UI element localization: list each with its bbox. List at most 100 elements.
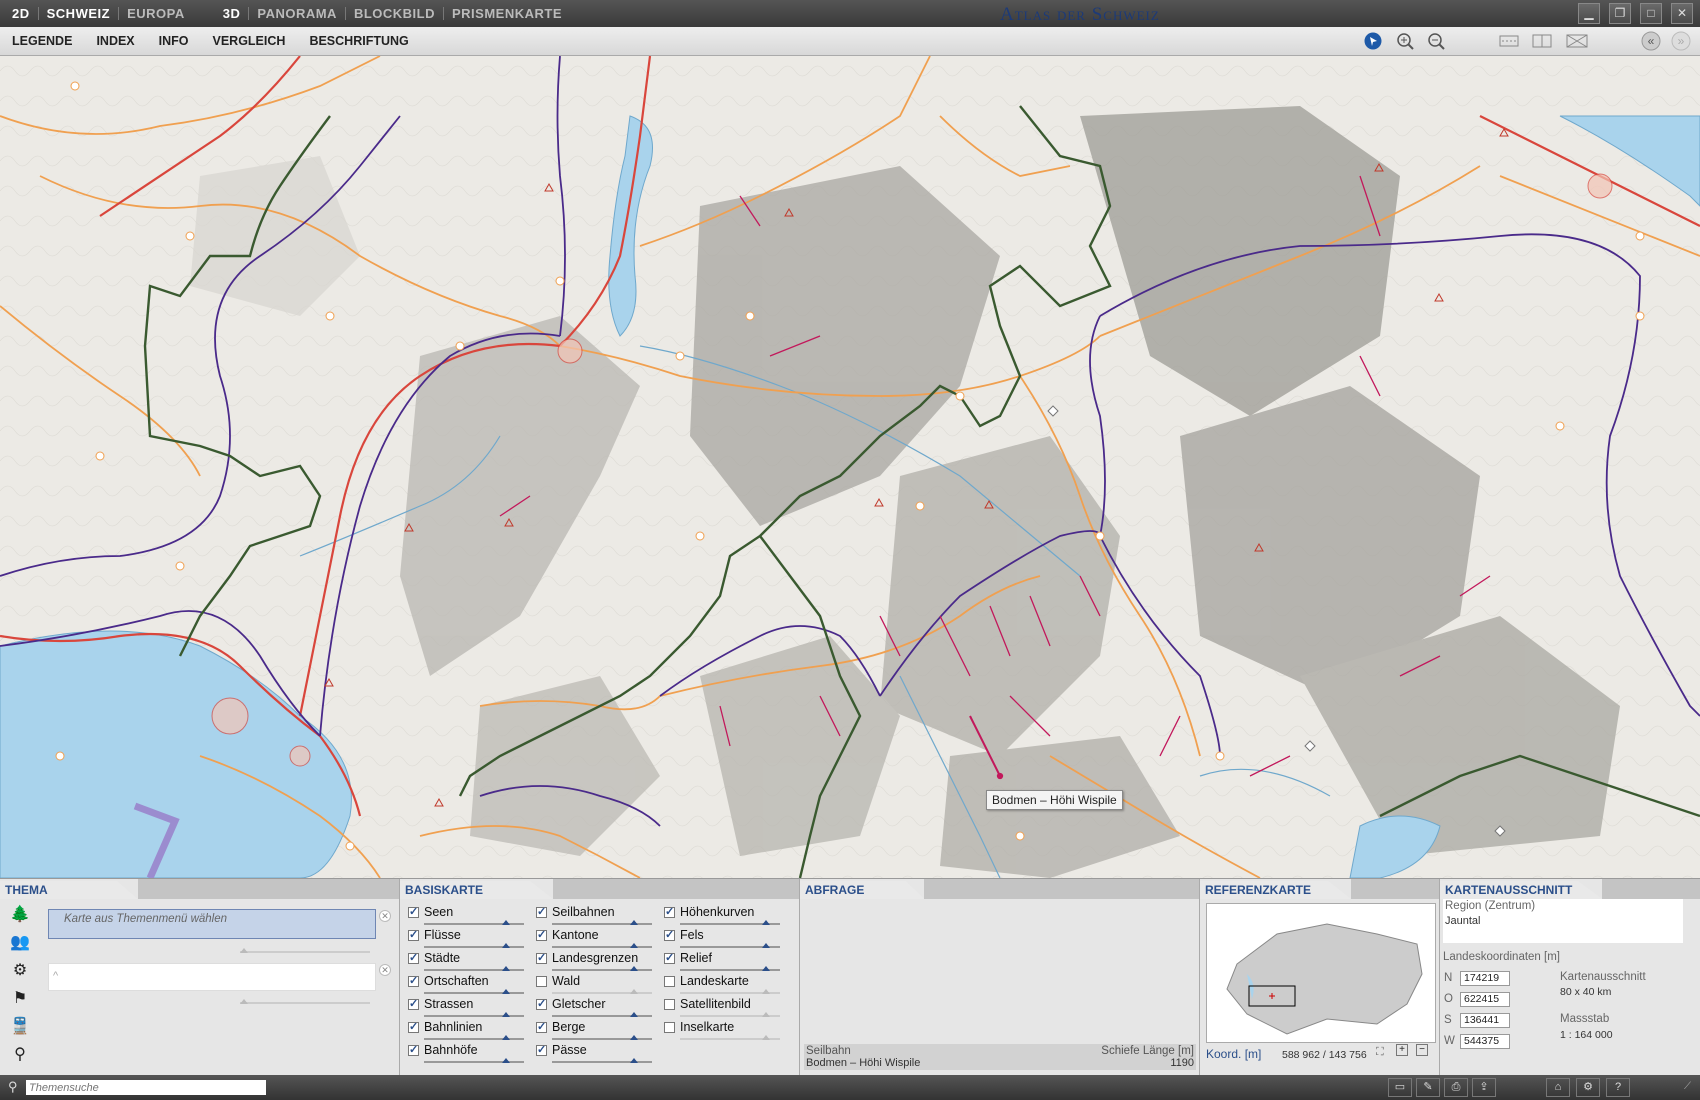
nav-blockbild[interactable]: BLOCKBILD	[346, 7, 444, 20]
layer-opacity-slider[interactable]	[424, 1012, 524, 1017]
layer-opacity-slider[interactable]	[680, 1035, 780, 1040]
help-icon[interactable]: ?	[1606, 1078, 1630, 1097]
restore-button[interactable]: ❐	[1609, 3, 1631, 24]
layer-toggle-col1-3[interactable]: ✓ Ortschaften	[408, 974, 489, 988]
layer-toggle-col2-1[interactable]: ✓ Kantone	[536, 928, 599, 942]
layer-toggle-col2-2[interactable]: ✓ Landesgrenzen	[536, 951, 638, 965]
checkbox[interactable]: ✓	[664, 929, 675, 941]
layer-toggle-col1-4[interactable]: ✓ Strassen	[408, 997, 473, 1011]
layer-opacity-slider[interactable]	[680, 966, 780, 971]
layer-opacity-slider[interactable]	[552, 1058, 652, 1063]
layer-toggle-col3-1[interactable]: ✓ Fels	[664, 928, 704, 942]
checkbox[interactable]	[664, 1021, 675, 1033]
checkbox[interactable]	[664, 998, 675, 1010]
zoom-out-icon[interactable]	[1425, 30, 1447, 52]
forward-icon[interactable]: »	[1670, 30, 1692, 52]
checkbox[interactable]: ✓	[664, 906, 675, 918]
layer-toggle-col2-5[interactable]: ✓ Berge	[536, 1020, 585, 1034]
coord-s-field[interactable]: 136441	[1460, 1013, 1510, 1028]
home-icon[interactable]: ⌂	[1546, 1078, 1570, 1097]
layer-toggle-col3-4[interactable]: Satellitenbild	[664, 997, 751, 1011]
economy-theme-icon[interactable]: ⚙	[8, 959, 32, 983]
secondary-opacity-slider[interactable]	[240, 999, 370, 1004]
menu-legende[interactable]: LEGENDE	[12, 34, 72, 48]
maximize-button[interactable]: □	[1640, 3, 1662, 24]
layer-opacity-slider[interactable]	[424, 920, 524, 925]
layer-opacity-slider[interactable]	[680, 1012, 780, 1017]
layer-toggle-col3-2[interactable]: ✓ Relief	[664, 951, 712, 965]
nature-theme-icon[interactable]: 🌲	[8, 903, 32, 927]
layer-toggle-col2-4[interactable]: ✓ Gletscher	[536, 997, 606, 1011]
layer-opacity-slider[interactable]	[424, 943, 524, 948]
zoom-in-icon[interactable]	[1394, 30, 1416, 52]
layer-toggle-col3-0[interactable]: ✓ Höhenkurven	[664, 905, 754, 919]
layer-toggle-col1-6[interactable]: ✓ Bahnhöfe	[408, 1043, 478, 1057]
reference-map[interactable]	[1206, 903, 1436, 1043]
minimize-button[interactable]: ▁	[1578, 3, 1600, 24]
layer-opacity-slider[interactable]	[552, 966, 652, 971]
settings-icon[interactable]: ⚙	[1576, 1078, 1600, 1097]
layer-opacity-slider[interactable]	[552, 920, 652, 925]
back-icon[interactable]: «	[1640, 30, 1662, 52]
bookmark-icon[interactable]: ✎	[1416, 1078, 1440, 1097]
checkbox[interactable]	[536, 975, 547, 987]
layer-toggle-col3-3[interactable]: Landeskarte	[664, 974, 749, 988]
menu-index[interactable]: INDEX	[96, 34, 134, 48]
theme-select-field[interactable]: Karte aus Themenmenü wählen	[48, 909, 376, 939]
transport-theme-icon[interactable]: 🚆	[8, 1015, 32, 1039]
checkbox[interactable]: ✓	[408, 906, 419, 918]
layer-toggle-col1-5[interactable]: ✓ Bahnlinien	[408, 1020, 482, 1034]
map-canvas[interactable]: Bodmen – Höhi Wispile	[0, 56, 1700, 878]
nav-prismenkarte[interactable]: PRISMENKARTE	[444, 7, 570, 20]
society-theme-icon[interactable]: 👥	[8, 931, 32, 955]
nav-2d[interactable]: 2D	[4, 7, 39, 20]
checkbox[interactable]: ✓	[408, 975, 419, 987]
layer-toggle-col3-5[interactable]: Inselkarte	[664, 1020, 734, 1034]
layer-opacity-slider[interactable]	[424, 1035, 524, 1040]
checkbox[interactable]: ✓	[408, 1044, 419, 1056]
history-theme-icon[interactable]: ⚲	[8, 1043, 32, 1067]
close-button[interactable]: ✕	[1671, 3, 1693, 24]
checkbox[interactable]: ✓	[408, 929, 419, 941]
theme-secondary-field[interactable]: ^	[48, 963, 376, 991]
menu-vergleich[interactable]: VERGLEICH	[213, 34, 286, 48]
layer-toggle-col2-3[interactable]: Wald	[536, 974, 580, 988]
layer-opacity-slider[interactable]	[680, 989, 780, 994]
resize-grip-icon[interactable]: ⟋	[1684, 1081, 1691, 1092]
checkbox[interactable]: ✓	[536, 952, 547, 964]
nav-europa[interactable]: EUROPA	[119, 7, 193, 20]
nav-schweiz[interactable]: SCHWEIZ	[39, 7, 120, 20]
layer-opacity-slider[interactable]	[552, 1012, 652, 1017]
fullscreen-icon[interactable]: ⛶	[1376, 1046, 1384, 1059]
ref-zoom-out-icon[interactable]: −	[1416, 1044, 1428, 1056]
coord-w-field[interactable]: 544375	[1460, 1034, 1510, 1049]
export-icon[interactable]: ⇪	[1472, 1078, 1496, 1097]
layer-toggle-col2-6[interactable]: ✓ Pässe	[536, 1043, 587, 1057]
layer-opacity-slider[interactable]	[424, 966, 524, 971]
checkbox[interactable]: ✓	[536, 1021, 547, 1033]
layer-opacity-slider[interactable]	[680, 920, 780, 925]
checkbox[interactable]: ✓	[536, 998, 547, 1010]
nav-panorama[interactable]: PANORAMA	[249, 7, 346, 20]
layer-toggle-col1-1[interactable]: ✓ Flüsse	[408, 928, 461, 942]
menu-beschriftung[interactable]: BESCHRIFTUNG	[309, 34, 408, 48]
layer-opacity-slider[interactable]	[552, 1035, 652, 1040]
clear-theme-icon[interactable]: ✕	[379, 910, 391, 922]
checkbox[interactable]: ✓	[536, 929, 547, 941]
layer-opacity-slider[interactable]	[424, 989, 524, 994]
checkbox[interactable]: ✓	[408, 952, 419, 964]
layer-opacity-slider[interactable]	[680, 943, 780, 948]
pointer-tool-icon[interactable]	[1362, 30, 1384, 52]
clear-secondary-icon[interactable]: ✕	[379, 964, 391, 976]
theme-opacity-slider[interactable]	[240, 948, 370, 953]
layer-toggle-col2-0[interactable]: ✓ Seilbahnen	[536, 905, 615, 919]
checkbox[interactable]: ✓	[408, 1021, 419, 1033]
checkbox[interactable]: ✓	[664, 952, 675, 964]
checkbox[interactable]: ✓	[536, 906, 547, 918]
print-icon[interactable]: ⎙	[1444, 1078, 1468, 1097]
layer-toggle-col1-0[interactable]: ✓ Seen	[408, 905, 453, 919]
ref-zoom-in-icon[interactable]: +	[1396, 1044, 1408, 1056]
layer-toggle-col1-2[interactable]: ✓ Städte	[408, 951, 460, 965]
layer-opacity-slider[interactable]	[424, 1058, 524, 1063]
layer-opacity-slider[interactable]	[552, 989, 652, 994]
